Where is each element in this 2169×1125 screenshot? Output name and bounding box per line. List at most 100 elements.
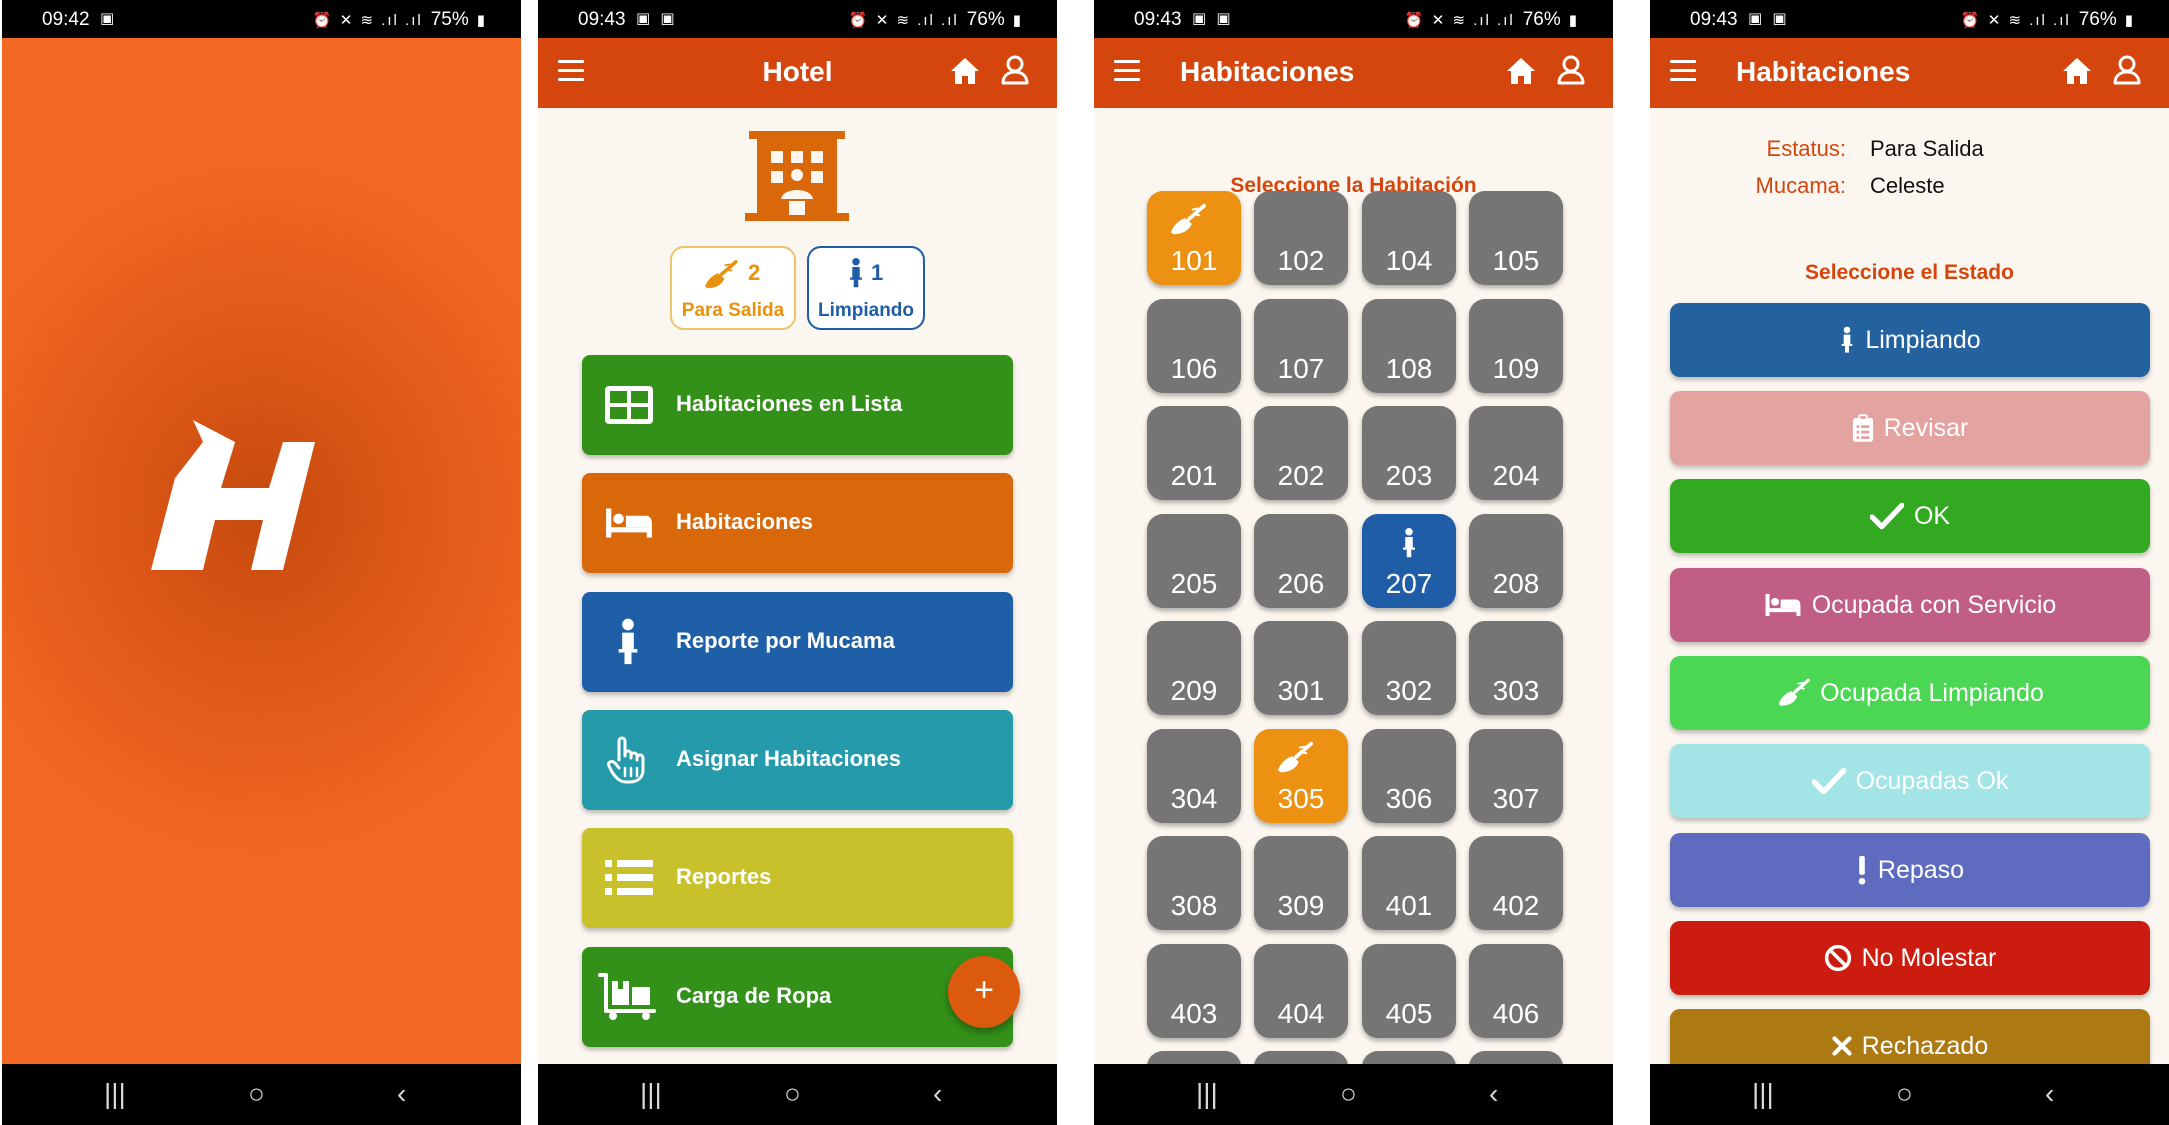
room-tile[interactable]: 206: [1254, 513, 1348, 608]
room-tile[interactable]: 305: [1254, 728, 1348, 823]
room-tile-partial[interactable]: [1254, 1051, 1348, 1064]
room-tile-partial[interactable]: [1469, 1051, 1563, 1064]
room-tile[interactable]: 402: [1469, 836, 1563, 930]
menu-label: Reporte por Mucama: [676, 628, 895, 653]
room-tile[interactable]: 306: [1362, 728, 1456, 823]
para-salida-badge[interactable]: 2 Para Salida: [670, 246, 796, 330]
asignar-habitaciones-button[interactable]: Asignar Habitaciones: [582, 710, 1013, 810]
room-tile[interactable]: 204: [1469, 406, 1563, 500]
room-tile[interactable]: 404: [1254, 943, 1348, 1038]
list-icon: [604, 854, 654, 902]
room-tile[interactable]: 209: [1147, 621, 1241, 715]
room-tile[interactable]: 107: [1254, 298, 1348, 393]
room-tile[interactable]: 203: [1362, 406, 1456, 500]
select-state-heading: Seleccione el Estado: [1805, 261, 2014, 284]
hamburger-menu-icon[interactable]: [1670, 60, 1696, 82]
room-tile[interactable]: 208: [1469, 513, 1563, 608]
home-nav-button[interactable]: ○: [784, 1078, 801, 1110]
state-no-molestar-button[interactable]: No Molestar: [1670, 921, 2150, 995]
home-nav-button[interactable]: ○: [1896, 1078, 1913, 1110]
notification-icons: ▣ ▣: [636, 10, 678, 27]
home-nav-button[interactable]: ○: [1340, 1078, 1357, 1110]
broom-icon: [1275, 741, 1313, 775]
state-label: Ocupada Limpiando: [1820, 678, 2044, 707]
room-tile[interactable]: 109: [1469, 298, 1563, 393]
user-icon[interactable]: [1001, 55, 1029, 85]
room-tile[interactable]: 304: [1147, 728, 1241, 823]
state-ocupada-con-servicio-button[interactable]: Ocupada con Servicio: [1670, 568, 2150, 642]
user-icon[interactable]: [2113, 55, 2141, 85]
room-tile[interactable]: 205: [1147, 513, 1241, 608]
room-tile[interactable]: 207: [1362, 513, 1456, 608]
room-number: 401: [1385, 890, 1433, 921]
home-icon[interactable]: [2061, 56, 2093, 86]
room-tile[interactable]: 108: [1362, 298, 1456, 393]
room-tile[interactable]: 102: [1254, 191, 1348, 285]
user-icon[interactable]: [1557, 55, 1585, 85]
back-nav-button[interactable]: ‹: [2045, 1078, 2054, 1110]
state-limpiando-button[interactable]: Limpiando: [1670, 303, 2150, 377]
splash-background: [2, 38, 521, 1064]
room-tile-partial[interactable]: [1147, 1051, 1241, 1064]
recent-apps-button[interactable]: |||: [640, 1078, 662, 1110]
add-fab-button[interactable]: +: [948, 956, 1020, 1028]
state-revisar-button[interactable]: Revisar: [1670, 391, 2150, 465]
room-tile[interactable]: 104: [1362, 191, 1456, 285]
room-tile[interactable]: 403: [1147, 943, 1241, 1038]
room-tile[interactable]: 308: [1147, 836, 1241, 930]
room-tile[interactable]: 101: [1147, 191, 1241, 285]
signal-icons: ⏰ ✕ ≋ .ıl .ıl: [1404, 12, 1515, 29]
state-ocupadas-ok-button[interactable]: Ocupadas Ok: [1670, 744, 2150, 818]
recent-apps-button[interactable]: |||: [1752, 1078, 1774, 1110]
room-tile[interactable]: 303: [1469, 621, 1563, 715]
room-tile[interactable]: 405: [1362, 943, 1456, 1038]
room-number: 301: [1277, 675, 1325, 706]
system-nav-bar: ||| ○ ‹: [2, 1064, 521, 1125]
room-tile[interactable]: 302: [1362, 621, 1456, 715]
room-number: 101: [1170, 245, 1218, 276]
laundry-cart-icon: [598, 973, 658, 1021]
home-nav-button[interactable]: ○: [248, 1078, 265, 1110]
room-tile[interactable]: 106: [1147, 298, 1241, 393]
battery-percent: 76%: [966, 9, 1005, 30]
state-label: Limpiando: [1865, 325, 1981, 354]
room-tile[interactable]: 309: [1254, 836, 1348, 930]
room-tile[interactable]: 301: [1254, 621, 1348, 715]
recent-apps-button[interactable]: |||: [1196, 1078, 1218, 1110]
room-tile[interactable]: 401: [1362, 836, 1456, 930]
back-nav-button[interactable]: ‹: [933, 1078, 942, 1110]
status-right: ⏰ ✕ ≋ .ıl .ıl 76% ▮: [1961, 9, 2135, 31]
back-nav-button[interactable]: ‹: [397, 1078, 406, 1110]
limpiando-badge[interactable]: 1 Limpiando: [807, 246, 925, 330]
screenshot-canvas: 09:42 ▣ ⏰ ✕ ≋ .ıl .ıl 75% ▮ ||| ○ ‹ 09:4…: [0, 0, 2169, 1125]
habitaciones-en-lista-button[interactable]: Habitaciones en Lista: [582, 355, 1013, 455]
room-tile[interactable]: 201: [1147, 406, 1241, 500]
maid-icon: [1400, 526, 1418, 560]
room-number: 106: [1170, 352, 1218, 384]
state-repaso-button[interactable]: Repaso: [1670, 833, 2150, 907]
room-tile[interactable]: 202: [1254, 406, 1348, 500]
room-tile[interactable]: 406: [1469, 943, 1563, 1038]
habitaciones-button[interactable]: Habitaciones: [582, 473, 1013, 573]
hamburger-menu-icon[interactable]: [1114, 60, 1140, 82]
state-ok-button[interactable]: OK: [1670, 479, 2150, 553]
back-nav-button[interactable]: ‹: [1489, 1078, 1498, 1110]
room-tile[interactable]: 105: [1469, 191, 1563, 285]
status-time: 09:43: [1134, 9, 1182, 30]
app-bar: Habitaciones: [1094, 38, 1613, 108]
state-rechazado-button[interactable]: Rechazado: [1670, 1009, 2150, 1064]
room-tile[interactable]: 307: [1469, 728, 1563, 823]
reporte-por-mucama-button[interactable]: Reporte por Mucama: [582, 592, 1013, 692]
reportes-button[interactable]: Reportes: [582, 828, 1013, 928]
state-ocupada-limpiando-button[interactable]: Ocupada Limpiando: [1670, 656, 2150, 730]
room-number: 403: [1170, 997, 1218, 1029]
room-tile-partial[interactable]: [1362, 1051, 1456, 1064]
home-icon[interactable]: [949, 56, 981, 86]
limpiando-label: Limpiando: [817, 300, 915, 321]
state-label: OK: [1913, 501, 1951, 530]
room-number: 105: [1492, 245, 1540, 276]
mucama-label: Mucama:: [1755, 173, 1846, 198]
home-icon[interactable]: [1505, 56, 1537, 86]
app-bar: Hotel: [538, 38, 1057, 108]
recent-apps-button[interactable]: |||: [104, 1078, 126, 1110]
